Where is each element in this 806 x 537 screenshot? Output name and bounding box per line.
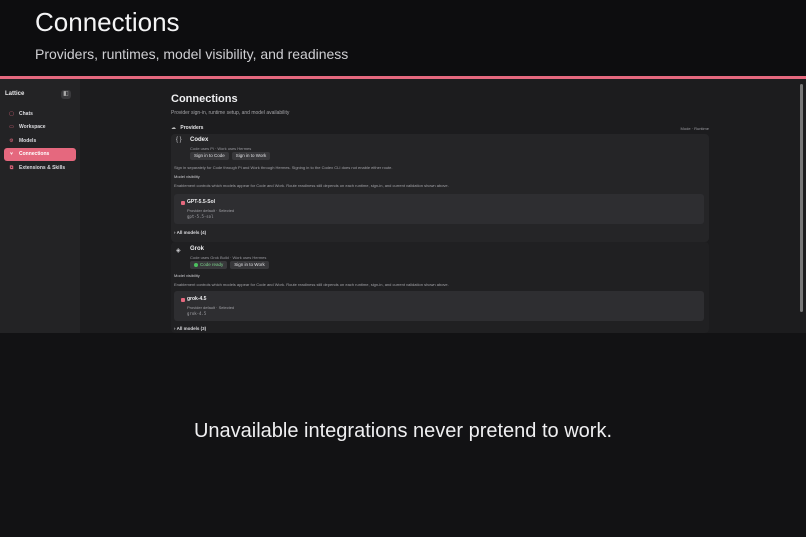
provider-name: Codex (190, 137, 209, 143)
model-id: grok-4.5 (187, 311, 207, 316)
provider-actions: Code ready Sign in to Work (190, 261, 269, 269)
braces-icon: { } (176, 137, 182, 143)
sidebar: Lattice ◧ ▢ Chats ▭ Workspace ⚙ Models ⑂… (0, 79, 80, 333)
all-models-label: All models (4) (176, 230, 207, 235)
all-models-toggle[interactable]: › All models (4) (174, 230, 206, 235)
sidebar-toggle-icon[interactable]: ◧ (61, 90, 71, 99)
model-state: Provider default · Selected (187, 208, 235, 213)
providers-section-header: ☁ Providers Mode · Runtime (171, 125, 709, 133)
sidebar-item-label: Models (19, 137, 37, 144)
plug-icon: ⑂ (9, 151, 13, 158)
model-visibility-desc: Enablement controls which models appear … (174, 282, 449, 287)
model-checkbox[interactable] (181, 298, 185, 302)
provider-card-codex: { } Codex Code uses Pi · Work uses Herme… (171, 134, 709, 242)
sidebar-item-chats[interactable]: ▢ Chats (4, 107, 76, 121)
tagline: Unavailable integrations never pretend t… (193, 420, 613, 442)
hero-title: Connections (35, 7, 180, 37)
all-models-label: All models (3) (176, 326, 207, 331)
gear-icon: ⚙ (9, 137, 14, 144)
all-models-toggle[interactable]: › All models (3) (174, 326, 206, 331)
model-name: GPT-5.5-Sol (187, 199, 216, 205)
sidebar-item-workspace[interactable]: ▭ Workspace (4, 121, 76, 135)
app-screenshot: Lattice ◧ ▢ Chats ▭ Workspace ⚙ Models ⑂… (0, 79, 806, 333)
status-label: Code ready (200, 262, 224, 267)
hero-subtitle: Providers, runtimes, model visibility, a… (35, 46, 349, 62)
puzzle-icon: ⧉ (9, 164, 14, 171)
folder-icon: ▭ (9, 124, 14, 131)
model-id: gpt-5.5-sol (187, 214, 214, 219)
providers-label: Providers (180, 125, 204, 131)
provider-detail: Code uses Grok Build · Work uses Hermes (190, 255, 267, 260)
model-name: grok-4.5 (187, 296, 207, 302)
model-visibility-label: Model visibility (174, 174, 200, 179)
provider-name: Grok (190, 246, 205, 252)
hero-banner: Connections Providers, runtimes, model v… (0, 0, 806, 76)
model-visibility-label: Model visibility (174, 273, 200, 278)
sidebar-item-connections[interactable]: ⑂ Connections (4, 147, 76, 161)
model-row[interactable]: grok-4.5 Provider default · Selected gro… (174, 291, 704, 321)
model-state: Provider default · Selected (187, 305, 235, 310)
grok-icon: ◈ (176, 248, 181, 254)
sign-in-work-button[interactable]: Sign in to Work (230, 261, 269, 269)
sidebar-nav: ▢ Chats ▭ Workspace ⚙ Models ⑂ Connectio… (4, 107, 76, 175)
sidebar-item-label: Chats (19, 110, 33, 117)
sidebar-item-extensions[interactable]: ⧉ Extensions & Skills (4, 161, 76, 175)
brand-name: Lattice (5, 91, 25, 97)
main-content: Connections Provider sign-in, runtime se… (80, 79, 806, 333)
provider-detail: Code uses Pi · Work uses Hermes (190, 146, 252, 151)
scrollbar[interactable] (800, 84, 803, 312)
ready-dot-icon (194, 262, 198, 267)
chat-icon: ▢ (9, 110, 14, 117)
sidebar-item-models[interactable]: ⚙ Models (4, 134, 76, 148)
model-checkbox[interactable] (181, 201, 185, 205)
model-visibility-desc: Enablement controls which models appear … (174, 183, 449, 188)
mode-label: Mode · Runtime (680, 126, 709, 131)
model-row[interactable]: GPT-5.5-Sol Provider default · Selected … (174, 194, 704, 224)
provider-actions: Sign in to Code Sign in to Work (190, 152, 271, 160)
provider-card-grok: ◈ Grok Code uses Grok Build · Work uses … (171, 242, 709, 333)
sign-in-work-button[interactable]: Sign in to Work (231, 152, 271, 160)
sidebar-item-label: Workspace (19, 124, 46, 131)
page-subtitle: Provider sign-in, runtime setup, and mod… (171, 110, 290, 116)
sidebar-item-label: Extensions & Skills (19, 164, 66, 171)
page-title: Connections (171, 93, 238, 105)
provider-note: Sign in separately for Code through Pi a… (174, 165, 393, 170)
sidebar-item-label: Connections (19, 151, 50, 158)
sign-in-code-button[interactable]: Sign in to Code (190, 152, 229, 160)
code-ready-badge: Code ready (190, 261, 228, 269)
cloud-icon: ☁ (171, 125, 176, 131)
